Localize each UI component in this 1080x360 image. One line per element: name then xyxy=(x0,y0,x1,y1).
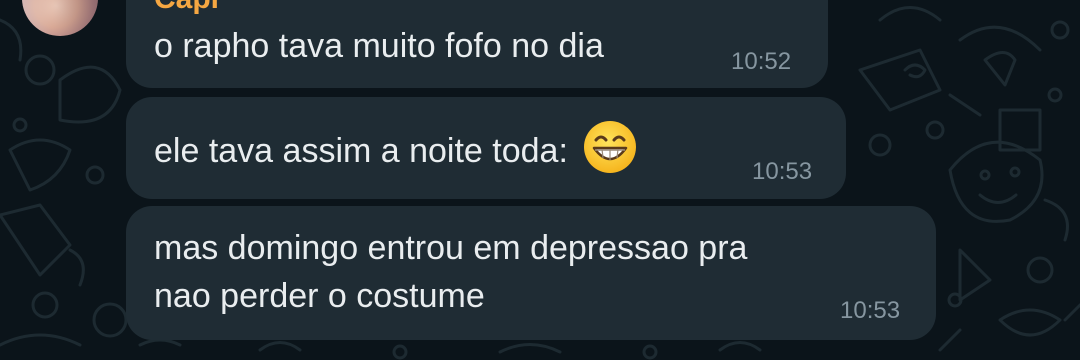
message-time-3: 10:53 xyxy=(840,297,901,324)
message-text-2-content: ele tava assim a noite toda: xyxy=(154,132,568,170)
avatar-shading xyxy=(22,0,98,36)
grinning-face-with-smiling-eyes-icon xyxy=(584,121,637,173)
message-text-2: ele tava assim a noite toda: xyxy=(154,120,637,179)
sender-name[interactable]: Capi xyxy=(154,0,219,14)
message-time-2: 10:53 xyxy=(752,158,813,185)
contact-avatar[interactable] xyxy=(22,0,98,36)
message-time-1: 10:52 xyxy=(731,48,792,75)
message-text-1: o rapho tava muito fofo no dia xyxy=(154,27,604,65)
message-text-3-line-2: nao perder o costume xyxy=(154,277,485,315)
